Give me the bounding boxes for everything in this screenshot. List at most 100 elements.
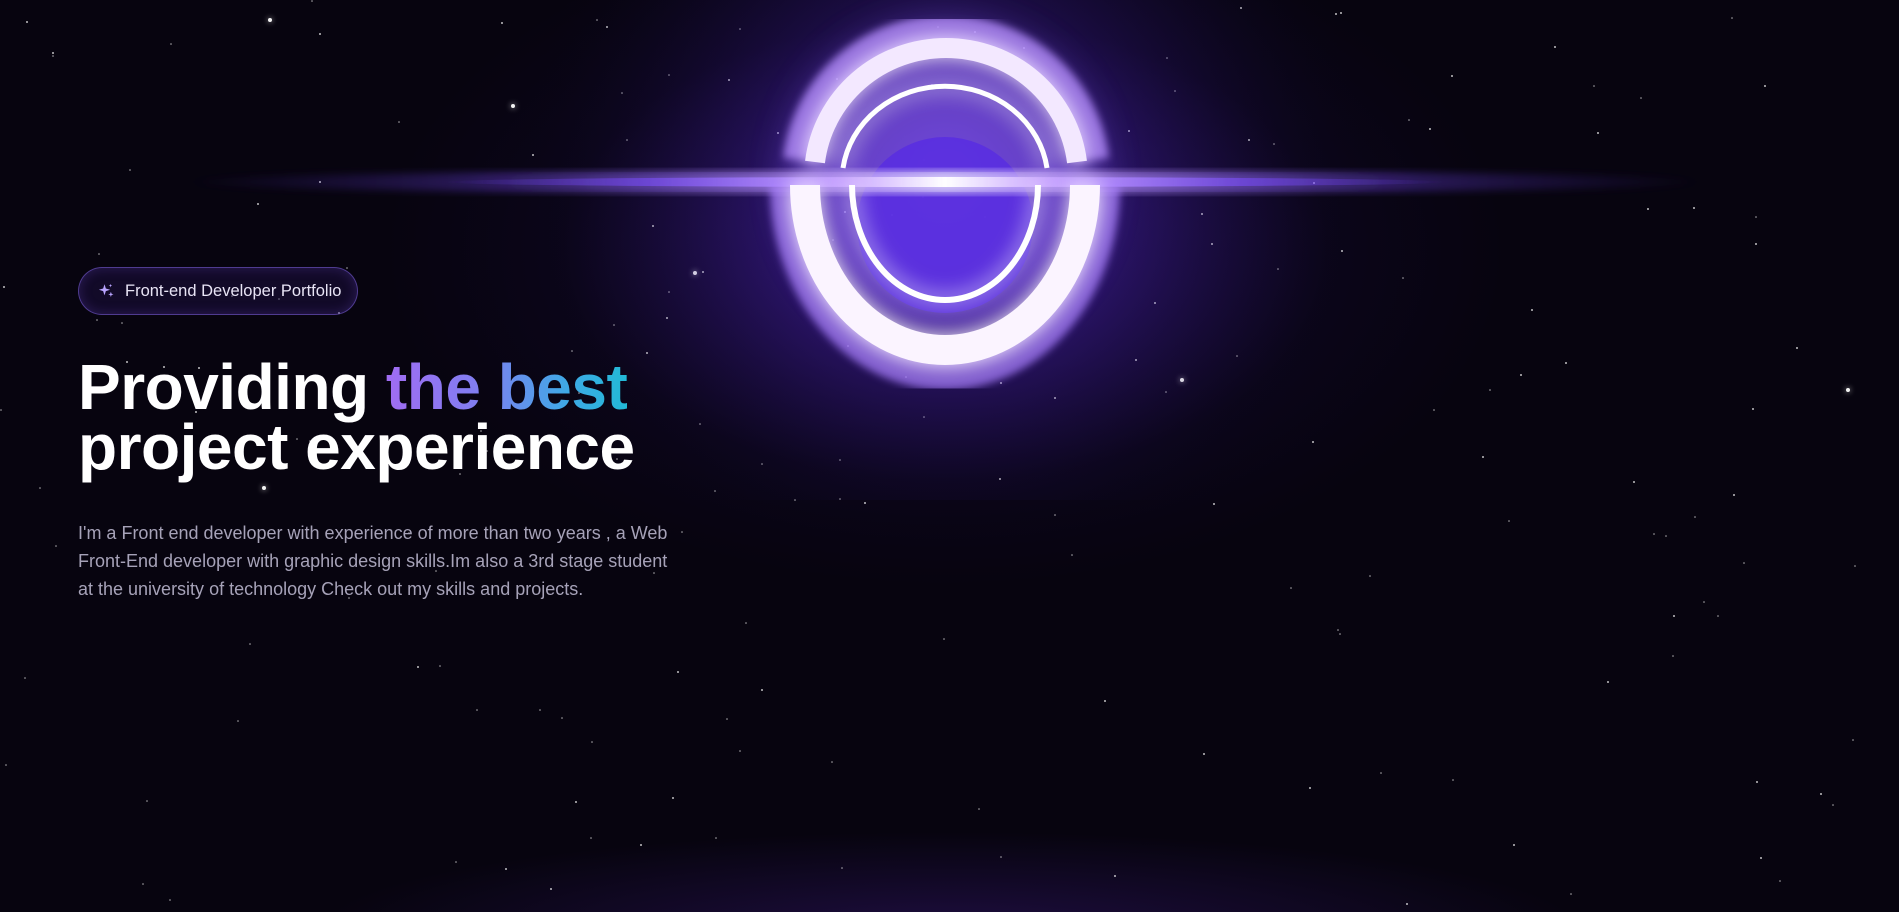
star <box>999 478 1001 480</box>
star <box>714 490 716 492</box>
star <box>3 286 5 288</box>
star <box>1796 347 1798 349</box>
star <box>1408 119 1410 121</box>
star <box>1433 409 1435 411</box>
star <box>1135 359 1137 361</box>
star <box>672 797 674 799</box>
star <box>24 677 26 679</box>
star <box>1764 85 1766 87</box>
star <box>794 499 796 501</box>
star <box>931 84 933 86</box>
star <box>1451 75 1453 77</box>
star <box>1277 268 1279 270</box>
star <box>311 0 313 2</box>
star <box>761 689 763 691</box>
star <box>922 196 924 198</box>
star <box>1023 47 1025 49</box>
star <box>1565 362 1567 364</box>
star <box>677 671 679 673</box>
star <box>1165 391 1167 393</box>
star <box>1846 388 1850 392</box>
star <box>249 643 251 645</box>
star <box>1531 309 1533 311</box>
star <box>169 899 171 901</box>
badge-label: Front-end Developer Portfolio <box>125 281 342 300</box>
star <box>1832 804 1834 806</box>
star <box>1429 128 1431 130</box>
star <box>1489 389 1491 391</box>
star <box>739 750 741 752</box>
star <box>1213 503 1215 505</box>
star <box>98 253 100 255</box>
star <box>1640 97 1642 99</box>
star <box>596 19 598 21</box>
star <box>129 169 131 171</box>
star <box>1335 13 1337 15</box>
star <box>1693 207 1695 209</box>
star <box>26 21 28 23</box>
star <box>501 22 503 24</box>
star <box>715 837 717 839</box>
star <box>702 271 704 273</box>
star <box>1673 615 1675 617</box>
star <box>142 883 144 885</box>
star <box>652 225 654 227</box>
star <box>1482 456 1484 458</box>
star <box>1313 182 1315 184</box>
star <box>1755 216 1757 218</box>
star <box>626 139 628 141</box>
star <box>1570 893 1572 895</box>
star <box>237 720 239 722</box>
star <box>1756 781 1758 783</box>
star <box>539 709 541 711</box>
star <box>575 801 577 803</box>
star <box>170 43 172 45</box>
star <box>1248 139 1250 141</box>
star <box>1779 880 1781 882</box>
star <box>1852 739 1854 741</box>
star <box>1340 12 1342 14</box>
star <box>476 709 478 711</box>
star <box>439 665 441 667</box>
star <box>943 638 945 640</box>
star <box>1760 857 1762 859</box>
star <box>39 487 41 489</box>
star <box>668 74 670 76</box>
sparkles-icon <box>97 282 115 300</box>
star <box>455 861 457 863</box>
star <box>847 345 849 347</box>
star <box>1054 514 1056 516</box>
star <box>1653 533 1655 535</box>
star <box>923 416 925 418</box>
star <box>606 26 608 28</box>
star <box>1520 374 1522 376</box>
star <box>1174 90 1176 92</box>
star <box>794 204 796 206</box>
star <box>1717 615 1719 617</box>
hero-description: I'm a Front end developer with experienc… <box>78 523 668 599</box>
star <box>1703 601 1705 603</box>
star <box>417 666 419 668</box>
star <box>1290 587 1292 589</box>
star <box>511 104 515 108</box>
star <box>319 33 321 35</box>
star <box>1597 132 1599 134</box>
star <box>1240 7 1242 9</box>
star <box>5 764 7 766</box>
star <box>398 121 400 123</box>
star <box>1752 408 1754 410</box>
star <box>1647 208 1649 210</box>
star <box>739 28 741 30</box>
star <box>505 868 507 870</box>
star <box>590 837 592 839</box>
star <box>699 423 701 425</box>
star <box>1733 494 1735 496</box>
star <box>761 463 763 465</box>
star <box>1820 793 1822 795</box>
star <box>1743 562 1745 564</box>
star <box>1672 655 1674 657</box>
star <box>561 717 563 719</box>
star <box>1180 378 1184 382</box>
star <box>864 502 866 504</box>
star <box>1071 554 1073 556</box>
